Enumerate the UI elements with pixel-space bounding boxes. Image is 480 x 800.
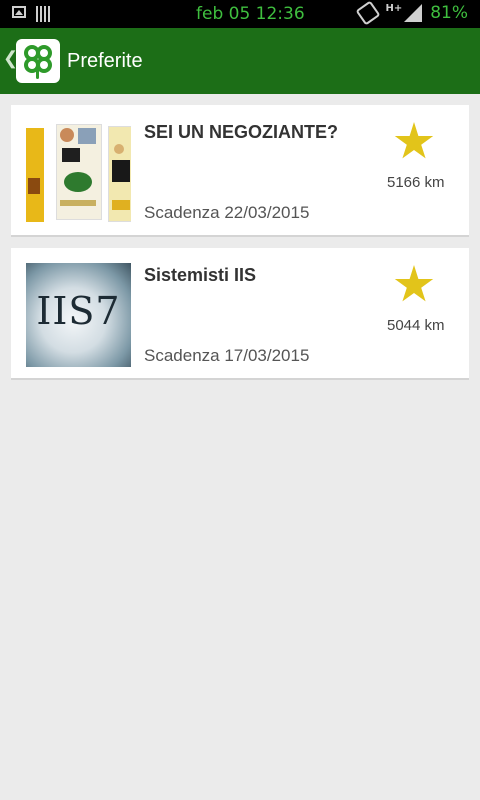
network-type: H+ bbox=[385, 3, 403, 14]
star-icon[interactable] bbox=[394, 265, 434, 302]
card-distance: 5044 km bbox=[387, 317, 445, 334]
image-notification-icon bbox=[12, 6, 26, 18]
battery-level: 81% bbox=[430, 3, 468, 23]
rotate-icon bbox=[355, 0, 381, 26]
signal-icon bbox=[404, 4, 423, 22]
star-icon[interactable] bbox=[394, 122, 434, 159]
barcode-notification-icon bbox=[36, 6, 50, 22]
card-expiry: Scadenza 22/03/2015 bbox=[144, 203, 310, 222]
thumbnail-text: IIS7 bbox=[36, 289, 121, 333]
status-time: feb 05 12:36 bbox=[196, 4, 305, 24]
favorite-card[interactable]: SEI UN NEGOZIANTE? Scadenza 22/03/2015 5… bbox=[11, 105, 469, 237]
action-bar: ❮ Preferite bbox=[0, 28, 480, 94]
page-title: Preferite bbox=[67, 50, 143, 72]
flyers-thumbnail bbox=[26, 120, 131, 224]
clover-logo-icon[interactable] bbox=[16, 39, 60, 83]
iis7-thumbnail: IIS7 bbox=[26, 263, 131, 367]
favorite-card[interactable]: IIS7 Sistemisti IIS Scadenza 17/03/2015 … bbox=[11, 248, 469, 380]
notification-icons bbox=[12, 6, 50, 22]
card-distance: 5166 km bbox=[387, 174, 445, 191]
card-title: SEI UN NEGOZIANTE? bbox=[144, 122, 339, 142]
status-bar: feb 05 12:36 H+ 81% bbox=[0, 0, 480, 28]
card-title: Sistemisti IIS bbox=[144, 265, 257, 285]
system-icons: H+ 81% bbox=[355, 0, 468, 26]
card-expiry: Scadenza 17/03/2015 bbox=[144, 346, 310, 365]
